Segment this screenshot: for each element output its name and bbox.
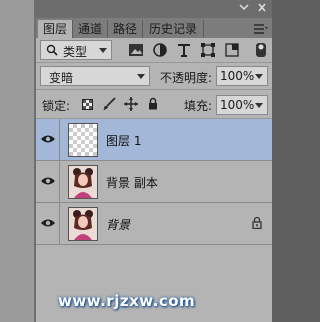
- lock-transparency-icon[interactable]: [82, 99, 93, 110]
- layer-row-background[interactable]: 背景: [36, 203, 272, 245]
- layers-panel: 图层 通道 路径 历史记录 类型 变暗 不透明度: 100% 锁定: 填充: 1…: [36, 0, 272, 322]
- type-filter-icon[interactable]: [176, 43, 192, 57]
- tab-layers[interactable]: 图层: [38, 20, 73, 38]
- smart-object-filter-icon[interactable]: [224, 43, 240, 57]
- chevron-down-icon: [137, 74, 145, 79]
- filter-toggle-icon[interactable]: [255, 42, 267, 58]
- tab-channels[interactable]: 通道: [73, 20, 108, 38]
- chevron-down-icon: [255, 74, 263, 79]
- lock-row: 锁定: 填充: 100%: [36, 90, 272, 118]
- close-panel-icon[interactable]: [256, 2, 268, 13]
- search-icon: [46, 44, 58, 56]
- blend-mode-value: 变暗: [49, 71, 74, 85]
- filter-kind-select[interactable]: 类型: [40, 40, 112, 60]
- blend-row: 变暗 不透明度: 100%: [36, 63, 272, 89]
- adjustment-filter-icon[interactable]: [152, 43, 168, 57]
- lock-icon: [252, 216, 262, 229]
- fill-field[interactable]: 100%: [216, 95, 268, 115]
- filter-kind-label: 类型: [63, 45, 88, 59]
- layer-row-layer1[interactable]: 图层 1: [36, 119, 272, 161]
- eye-icon[interactable]: [40, 134, 56, 144]
- layer-thumbnail-transparent: [68, 123, 98, 157]
- image-filter-icon[interactable]: [128, 43, 144, 57]
- opacity-value: 100%: [220, 69, 255, 83]
- lock-position-icon[interactable]: [124, 97, 138, 111]
- opacity-field[interactable]: 100%: [216, 66, 268, 86]
- shape-filter-icon[interactable]: [200, 43, 216, 57]
- blend-mode-select[interactable]: 变暗: [40, 66, 150, 86]
- panel-menu-icon[interactable]: [254, 24, 268, 34]
- layer-name[interactable]: 背景 副本: [106, 174, 158, 191]
- layer-row-background-copy[interactable]: 背景 副本: [36, 161, 272, 203]
- fill-value: 100%: [220, 98, 255, 112]
- visibility-toggle[interactable]: [36, 203, 60, 245]
- visibility-toggle[interactable]: [36, 119, 60, 161]
- tab-paths[interactable]: 路径: [108, 20, 143, 38]
- left-dock-strip: [0, 0, 36, 322]
- collapse-icon[interactable]: [238, 2, 250, 13]
- layer-thumbnail-photo: [68, 165, 98, 199]
- visibility-toggle[interactable]: [36, 161, 60, 203]
- chevron-down-icon: [99, 48, 107, 53]
- panel-tabs: 图层 通道 路径 历史记录: [36, 18, 272, 38]
- eye-icon[interactable]: [40, 218, 56, 228]
- tab-history[interactable]: 历史记录: [143, 20, 204, 38]
- lock-paint-icon[interactable]: [102, 97, 116, 111]
- site-watermark: www.rjzxw.com: [58, 292, 196, 310]
- eye-icon[interactable]: [40, 176, 56, 186]
- chevron-down-icon: [255, 103, 263, 108]
- filter-row: 类型: [36, 38, 272, 62]
- layer-name[interactable]: 图层 1: [106, 132, 141, 149]
- panel-topbar: [36, 0, 272, 18]
- opacity-label: 不透明度:: [160, 71, 213, 85]
- lock-label: 锁定:: [42, 99, 71, 113]
- layer-thumbnail-photo: [68, 207, 98, 241]
- layer-name[interactable]: 背景: [106, 216, 130, 233]
- fill-label: 填充:: [184, 99, 213, 113]
- lock-all-icon[interactable]: [148, 97, 158, 110]
